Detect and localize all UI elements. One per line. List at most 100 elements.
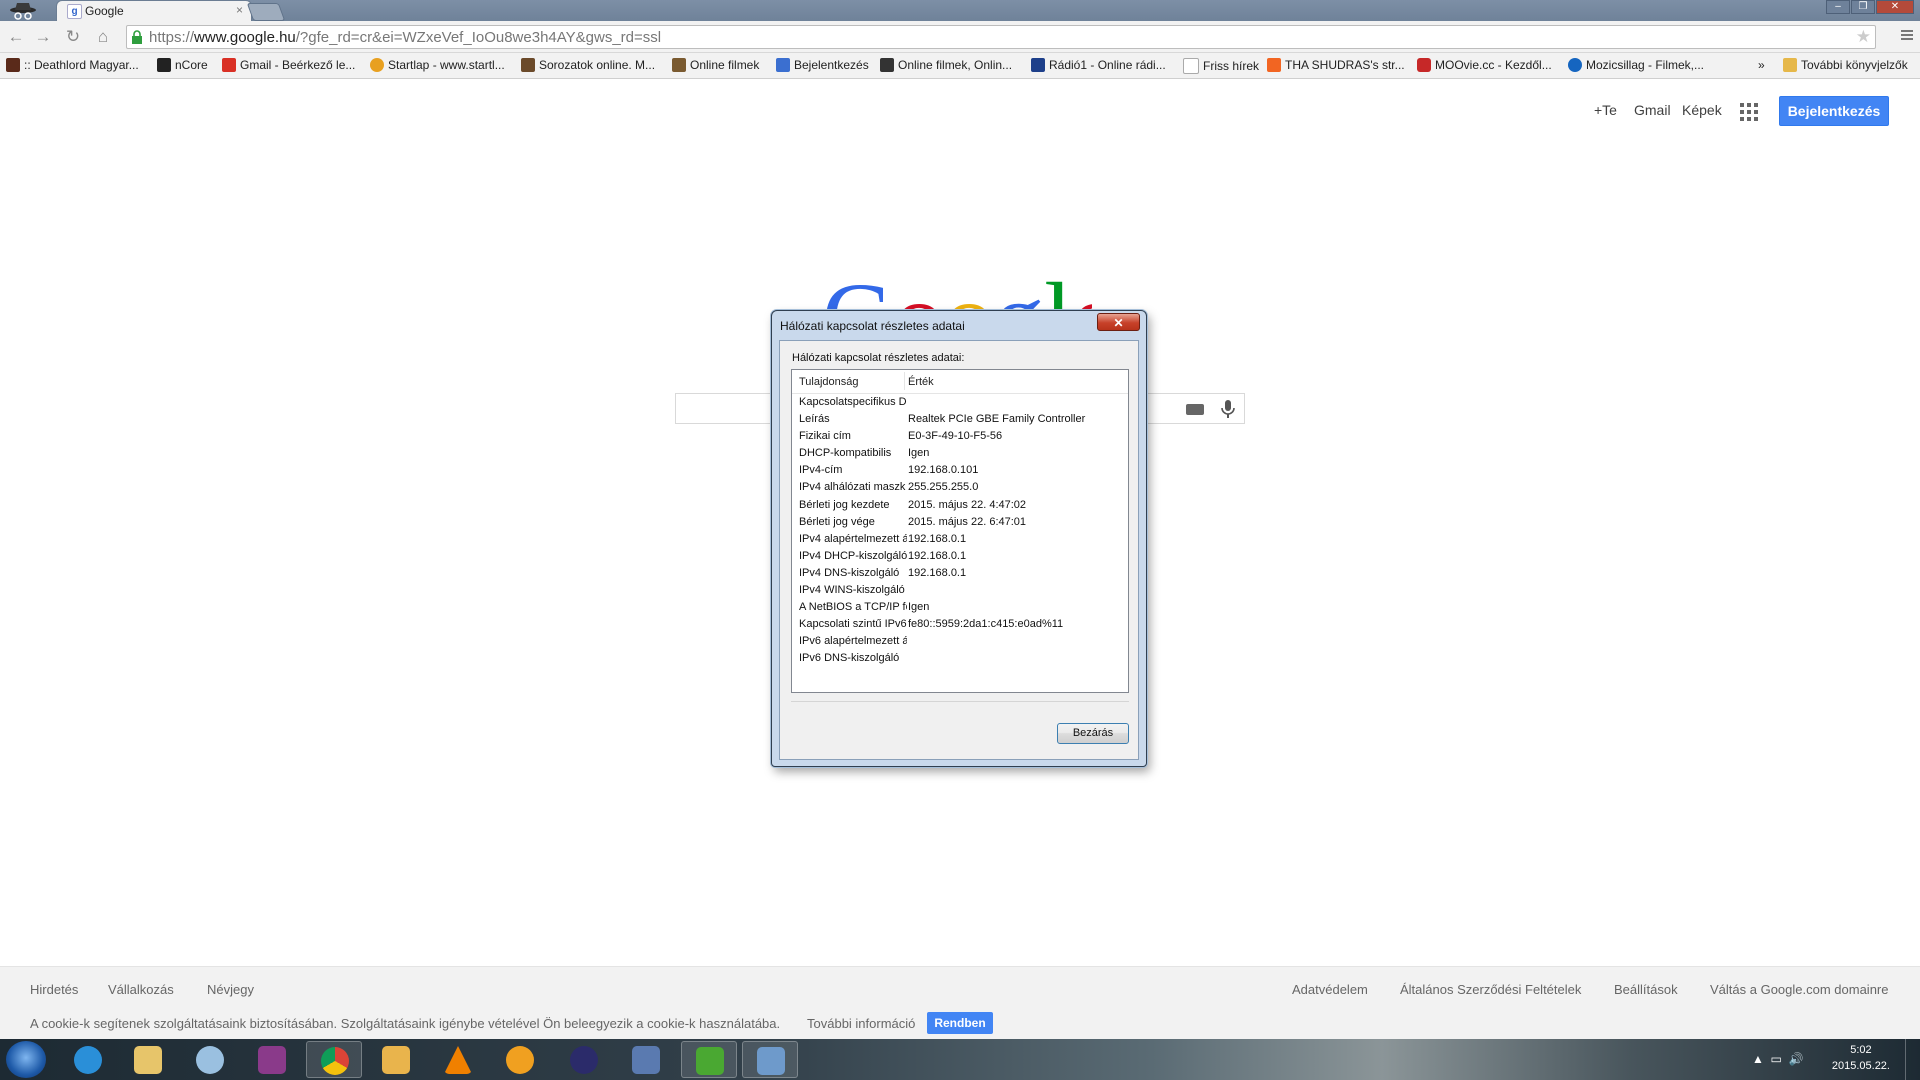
bookmark-label: Online filmek, Onlin... — [898, 58, 1013, 72]
window-close-button[interactable]: ✕ — [1876, 0, 1914, 14]
footer-link-advertising[interactable]: Hirdetés — [30, 982, 78, 997]
start-button[interactable] — [6, 1041, 46, 1078]
cookie-ok-button[interactable]: Rendben — [927, 1012, 993, 1034]
clock-time: 5:02 — [1850, 1044, 1872, 1056]
new-tab-button[interactable] — [246, 3, 286, 21]
property-value: 2015. május 22. 6:47:01 — [908, 515, 1027, 528]
other-bookmarks-folder[interactable]: További könyvjelzők — [1783, 58, 1908, 72]
signin-button[interactable]: Bejelentkezés — [1779, 96, 1889, 126]
list-row[interactable]: Fizikai cím E0-3F-49-10-F5-56 — [792, 428, 1128, 445]
bookmark-item[interactable]: nCore — [157, 58, 208, 72]
taskbar-chrome[interactable] — [306, 1041, 362, 1078]
browser-toolbar: ← → ↻ ⌂ https://www.google.hu/?gfe_rd=cr… — [0, 21, 1920, 53]
taskbar-utorrent[interactable] — [681, 1041, 737, 1078]
list-row[interactable]: A NetBIOS a TCP/IP fel...Igen — [792, 599, 1128, 616]
footer-link-settings[interactable]: Beállítások — [1614, 982, 1678, 997]
property-name: IPv4 alhálózati maszk — [799, 481, 906, 494]
bookmark-label: Startlap - www.startl... — [388, 58, 505, 72]
back-arrow-icon[interactable]: ← — [6, 27, 26, 47]
column-divider[interactable] — [904, 372, 905, 390]
plus-link[interactable]: +Te — [1594, 102, 1617, 118]
column-header-value[interactable]: Érték — [908, 376, 934, 388]
clock[interactable]: 5:02 2015.05.22. — [1832, 1042, 1890, 1074]
tab-close-icon[interactable]: × — [236, 3, 243, 17]
taskbar-ie[interactable] — [60, 1041, 116, 1078]
url-host: www.google.hu — [194, 29, 296, 46]
images-link[interactable]: Képek — [1682, 102, 1722, 118]
bookmark-item[interactable]: Rádió1 - Online rádi... — [1031, 58, 1166, 72]
close-button[interactable]: Bezárás — [1057, 723, 1129, 744]
chrome-menu-icon[interactable] — [1900, 28, 1914, 42]
property-name: Fizikai cím — [799, 430, 851, 443]
apps-grid-icon[interactable] — [1740, 103, 1758, 121]
taskbar-app[interactable] — [556, 1041, 612, 1078]
gmail-link[interactable]: Gmail — [1634, 102, 1671, 118]
home-icon[interactable]: ⌂ — [93, 27, 113, 47]
bookmark-item[interactable]: :: Deathlord Magyar... — [6, 58, 139, 72]
taskbar-app[interactable] — [182, 1041, 238, 1078]
bookmark-item[interactable]: Gmail - Beérkező le... — [222, 58, 355, 72]
footer-link-google-com[interactable]: Váltás a Google.com domainre — [1710, 982, 1888, 997]
property-name: A NetBIOS a TCP/IP fel... — [799, 601, 907, 614]
bookmark-item[interactable]: Bejelentkezés — [776, 58, 869, 72]
bookmarks-overflow-icon[interactable]: » — [1758, 58, 1765, 72]
system-tray-icons[interactable]: ▲ ▭ 🔊 — [1752, 1052, 1804, 1066]
footer-link-terms[interactable]: Általános Szerződési Feltételek — [1400, 982, 1581, 997]
archive-icon — [258, 1046, 286, 1074]
bookmark-item[interactable]: Mozicsillag - Filmek,... — [1568, 58, 1704, 72]
bookmark-item[interactable]: Sorozatok online. M... — [521, 58, 655, 72]
taskbar-explorer[interactable] — [120, 1041, 176, 1078]
bookmark-item[interactable]: Friss hírek — [1183, 58, 1259, 74]
footer-link-about[interactable]: Névjegy — [207, 982, 254, 997]
footer-link-business[interactable]: Vállalkozás — [108, 982, 174, 997]
list-row[interactable]: Kapcsolati szintű IPv6-címfe80::5959:2da… — [792, 616, 1128, 633]
property-name: IPv4 WINS-kiszolgáló — [799, 584, 905, 597]
list-row[interactable]: IPv4-cím 192.168.0.101 — [792, 462, 1128, 479]
microphone-icon[interactable] — [1220, 399, 1236, 419]
list-row[interactable]: Kapcsolatspecifikus DN... — [792, 394, 1128, 411]
property-value: 192.168.0.1 — [908, 532, 967, 545]
bookmark-item[interactable]: Online filmek, Onlin... — [880, 58, 1012, 72]
list-row[interactable]: IPv6 DNS-kiszolgáló — [792, 650, 1128, 667]
list-row[interactable]: IPv4 alapértelmezett átjáró192.168.0.1 — [792, 531, 1128, 548]
keyboard-icon[interactable] — [1186, 404, 1204, 415]
dialog-close-icon[interactable]: ✕ — [1097, 313, 1140, 331]
forward-arrow-icon[interactable]: → — [33, 27, 53, 47]
taskbar-app[interactable] — [618, 1041, 674, 1078]
bookmark-item[interactable]: Startlap - www.startl... — [370, 58, 505, 72]
taskbar-app[interactable] — [492, 1041, 548, 1078]
reload-icon[interactable]: ↻ — [63, 27, 83, 47]
disk-app-icon — [632, 1046, 660, 1074]
list-row[interactable]: IPv4 DNS-kiszolgáló 192.168.0.1 — [792, 565, 1128, 582]
bookmark-item[interactable]: THA SHUDRAS's str... — [1267, 58, 1405, 72]
list-row[interactable]: IPv4 DHCP-kiszolgáló 192.168.0.1 — [792, 548, 1128, 565]
list-row[interactable]: Bérleti jog vége 2015. május 22. 6:47:01 — [792, 514, 1128, 531]
taskbar-winrar[interactable] — [244, 1041, 300, 1078]
bookmark-favicon-icon — [370, 58, 384, 72]
minimize-button[interactable]: – — [1826, 0, 1850, 14]
restore-button[interactable]: ❐ — [1851, 0, 1875, 14]
bookmark-star-icon[interactable]: ★ — [1856, 27, 1871, 47]
details-list[interactable]: Tulajdonság Érték Kapcsolatspecifikus DN… — [791, 369, 1129, 693]
taskbar-network-center[interactable] — [742, 1041, 798, 1078]
column-header-property[interactable]: Tulajdonság — [799, 376, 859, 388]
tab-google[interactable]: g Google × — [56, 0, 252, 21]
list-row[interactable]: Bérleti jog kezdete 2015. május 22. 4:47:… — [792, 497, 1128, 514]
taskbar-media[interactable] — [368, 1041, 424, 1078]
list-row[interactable]: IPv6 alapértelmezett átjáró — [792, 633, 1128, 650]
dialog-title: Hálózati kapcsolat részletes adatai — [780, 319, 965, 333]
footer-link-privacy[interactable]: Adatvédelem — [1292, 982, 1368, 997]
taskbar-vlc[interactable] — [430, 1041, 486, 1078]
bookmark-favicon-icon — [6, 58, 20, 72]
show-desktop-button[interactable] — [1905, 1039, 1920, 1080]
cookie-more-info-link[interactable]: További információ — [807, 1016, 915, 1031]
address-bar[interactable]: https://www.google.hu/?gfe_rd=cr&ei=WZxe… — [126, 25, 1876, 49]
list-row[interactable]: Leírás Realtek PCIe GBE Family Controller — [792, 411, 1128, 428]
lock-icon — [132, 30, 142, 44]
list-row[interactable]: DHCP-kompatibilis Igen — [792, 445, 1128, 462]
bookmark-item[interactable]: Online filmek — [672, 58, 759, 72]
bookmark-item[interactable]: MOOvie.cc - Kezdől... — [1417, 58, 1552, 72]
list-row[interactable]: IPv4 WINS-kiszolgáló — [792, 582, 1128, 599]
list-row[interactable]: IPv4 alhálózati maszk 255.255.255.0 — [792, 479, 1128, 496]
bookmark-favicon-icon — [521, 58, 535, 72]
